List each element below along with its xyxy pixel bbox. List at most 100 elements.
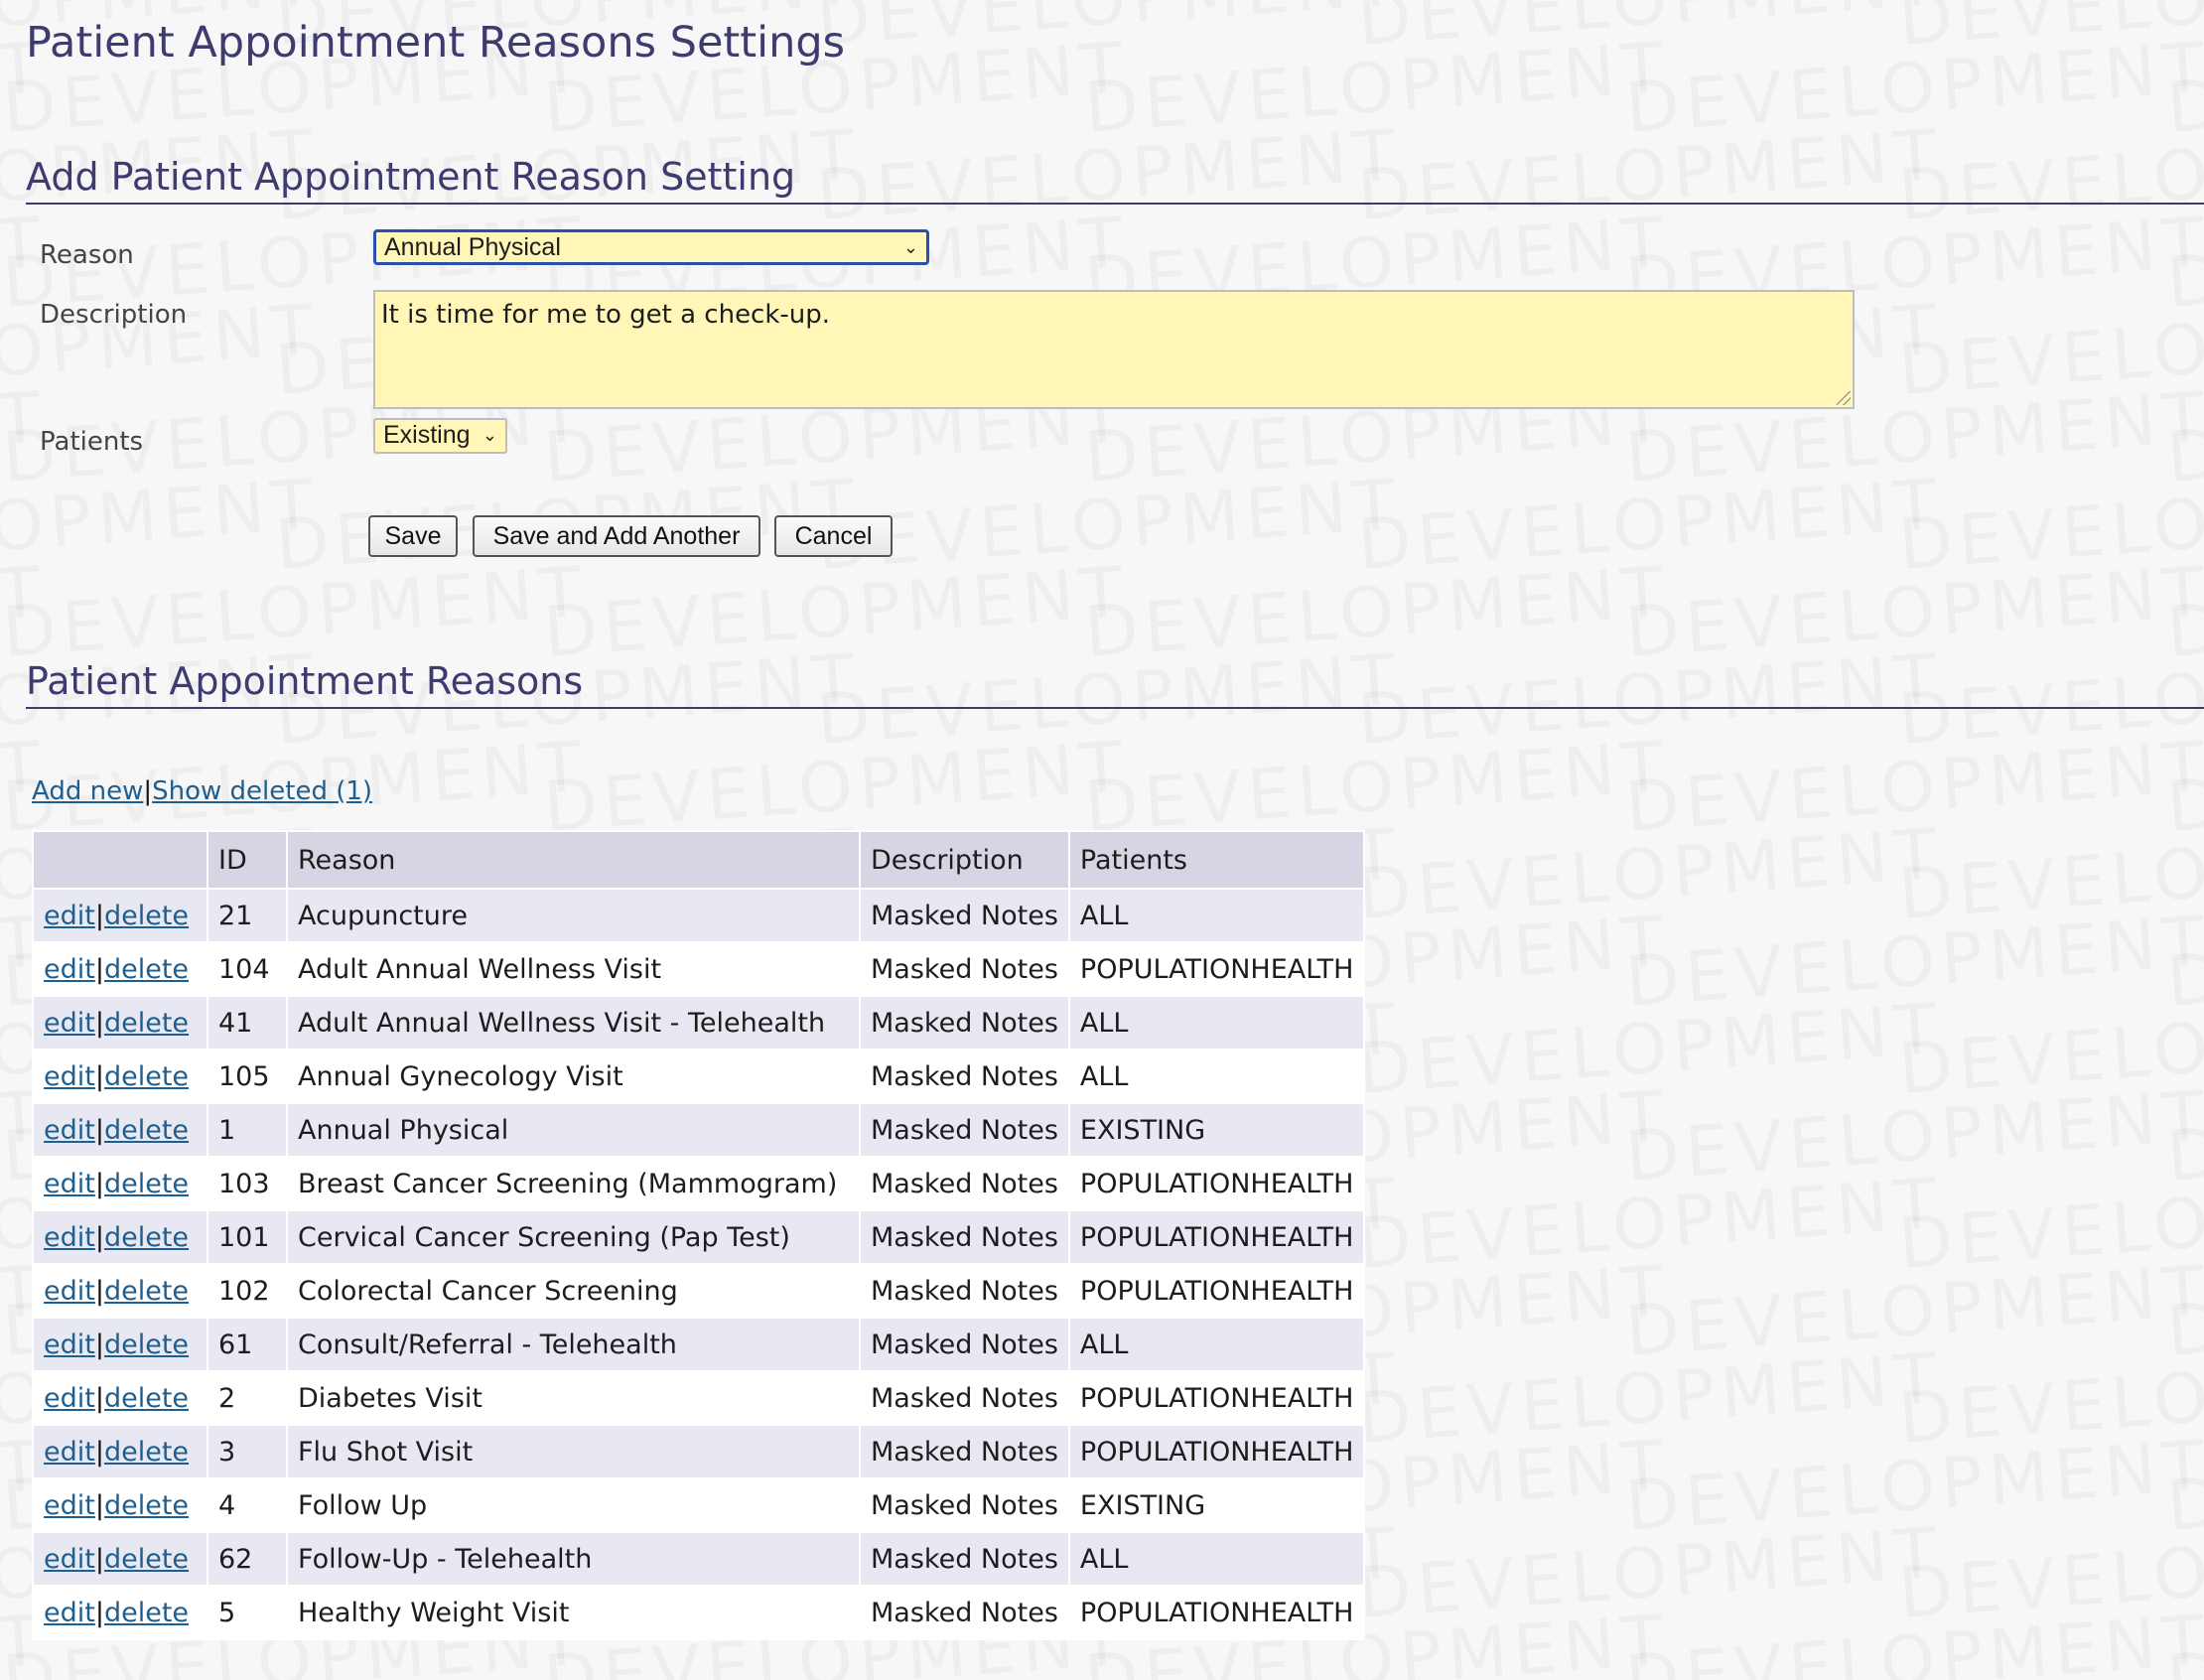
delete-link[interactable]: delete bbox=[104, 1330, 189, 1360]
edit-link[interactable]: edit bbox=[44, 1222, 95, 1253]
action-separator: | bbox=[94, 1114, 104, 1146]
delete-link[interactable]: delete bbox=[104, 1169, 189, 1199]
add-new-link[interactable]: Add new bbox=[32, 776, 143, 806]
cell-patients: POPULATIONHEALTH bbox=[1067, 941, 1366, 997]
cell-description: Masked Notes bbox=[859, 888, 1070, 943]
action-separator: | bbox=[94, 1489, 104, 1521]
watermark-text: DEVELOPMENT bbox=[1896, 0, 2204, 62]
action-separator: | bbox=[94, 1275, 104, 1307]
watermark-text: DEVELOPMENT bbox=[1896, 1163, 2204, 1285]
description-label: Description bbox=[40, 300, 188, 330]
action-separator: | bbox=[94, 1382, 104, 1414]
edit-link[interactable]: edit bbox=[44, 1115, 95, 1146]
action-separator: | bbox=[94, 1168, 104, 1199]
watermark-text: DEVELOPMENT bbox=[1355, 1512, 1945, 1634]
delete-link[interactable]: delete bbox=[104, 1061, 189, 1092]
cell-patients: ALL bbox=[1067, 1049, 1366, 1104]
table-row: edit|delete 62 Follow-Up - Telehealth Maske… bbox=[32, 1531, 1366, 1587]
action-separator: | bbox=[94, 1221, 104, 1253]
description-text: It is time for me to get a check-up. bbox=[381, 300, 831, 330]
cell-reason: Flu Shot Visit bbox=[286, 1424, 861, 1479]
edit-link[interactable]: edit bbox=[44, 1490, 95, 1521]
cell-reason: Follow Up bbox=[286, 1477, 861, 1533]
cell-id: 101 bbox=[207, 1209, 288, 1265]
cell-patients: POPULATIONHEALTH bbox=[1067, 1156, 1366, 1211]
cell-reason: Healthy Weight Visit bbox=[286, 1585, 861, 1640]
watermark-text: DEVELOPMENT bbox=[2164, 1250, 2204, 1372]
column-header-patients[interactable]: Patients bbox=[1067, 830, 1366, 890]
edit-link[interactable]: edit bbox=[44, 1383, 95, 1414]
save-and-add-another-button[interactable]: Save and Add Another bbox=[473, 515, 760, 557]
cell-description: Masked Notes bbox=[859, 1102, 1070, 1158]
watermark-text: DEVELOPMENT bbox=[814, 0, 1404, 62]
row-actions: edit|delete bbox=[32, 1585, 208, 1640]
table-row: edit|delete 21 Acupuncture Masked Notes ALL bbox=[32, 888, 1366, 943]
page-title: Patient Appointment Reasons Settings bbox=[26, 18, 846, 68]
watermark-text: DEVELOPMENT bbox=[541, 551, 1131, 673]
cancel-button[interactable]: Cancel bbox=[774, 515, 893, 557]
watermark-text: DEVELOPMENT bbox=[1623, 1250, 2204, 1372]
watermark-text: DEVELOPMENT bbox=[1355, 464, 1945, 586]
delete-link[interactable]: delete bbox=[104, 1222, 189, 1253]
cell-id: 102 bbox=[207, 1263, 288, 1319]
delete-link[interactable]: delete bbox=[104, 1544, 189, 1575]
cell-reason: Adult Annual Wellness Visit bbox=[286, 941, 861, 997]
description-textarea[interactable]: It is time for me to get a check-up. bbox=[373, 290, 1855, 409]
cell-description: Masked Notes bbox=[859, 941, 1070, 997]
cell-id: 103 bbox=[207, 1156, 288, 1211]
row-actions: edit|delete bbox=[32, 1370, 208, 1426]
cell-id: 41 bbox=[207, 995, 288, 1050]
reason-label: Reason bbox=[40, 240, 134, 270]
row-actions: edit|delete bbox=[32, 1477, 208, 1533]
delete-link[interactable]: delete bbox=[104, 1383, 189, 1414]
column-header-id[interactable]: ID bbox=[207, 830, 288, 890]
watermark-text: DEVELOPMENT bbox=[2164, 901, 2204, 1023]
save-button[interactable]: Save bbox=[368, 515, 458, 557]
reason-select[interactable]: Annual Physical ⌄ bbox=[373, 229, 929, 265]
row-actions: edit|delete bbox=[32, 941, 208, 997]
cell-patients: POPULATIONHEALTH bbox=[1067, 1585, 1366, 1640]
table-row: edit|delete 101 Cervical Cancer Screening … bbox=[32, 1209, 1366, 1265]
cell-patients: ALL bbox=[1067, 1531, 1366, 1587]
show-deleted-link[interactable]: Show deleted (1) bbox=[152, 776, 372, 806]
table-row: edit|delete 102 Colorectal Cancer Screenin… bbox=[32, 1263, 1366, 1319]
cell-description: Masked Notes bbox=[859, 1585, 1070, 1640]
edit-link[interactable]: edit bbox=[44, 1169, 95, 1199]
cell-patients: ALL bbox=[1067, 1317, 1366, 1372]
delete-link[interactable]: delete bbox=[104, 1008, 189, 1039]
row-actions: edit|delete bbox=[32, 995, 208, 1050]
watermark-text: DEVELOPMENT bbox=[1355, 1163, 1945, 1285]
resize-handle-icon[interactable] bbox=[1837, 391, 1851, 405]
edit-link[interactable]: edit bbox=[44, 954, 95, 985]
patients-select[interactable]: Existing ⌄ bbox=[373, 418, 507, 454]
delete-link[interactable]: delete bbox=[104, 954, 189, 985]
watermark-text: DEVELOPMENT bbox=[2164, 376, 2204, 498]
delete-link[interactable]: delete bbox=[104, 1276, 189, 1307]
edit-link[interactable]: edit bbox=[44, 1437, 95, 1468]
action-separator: | bbox=[94, 1329, 104, 1360]
watermark-text: DEVELOPMENT bbox=[1623, 901, 2204, 1023]
cell-patients: POPULATIONHEALTH bbox=[1067, 1263, 1366, 1319]
delete-link[interactable]: delete bbox=[104, 1437, 189, 1468]
column-header-description[interactable]: Description bbox=[859, 830, 1070, 890]
edit-link[interactable]: edit bbox=[44, 901, 95, 931]
delete-link[interactable]: delete bbox=[104, 901, 189, 931]
watermark-text: DEVELOPMENT bbox=[1896, 1512, 2204, 1634]
watermark-text: DEVELOPMENT bbox=[1623, 27, 2204, 149]
edit-link[interactable]: edit bbox=[44, 1598, 95, 1628]
cell-description: Masked Notes bbox=[859, 1424, 1070, 1479]
edit-link[interactable]: edit bbox=[44, 1544, 95, 1575]
watermark-text: DEVELOPMENT bbox=[0, 551, 590, 673]
edit-link[interactable]: edit bbox=[44, 1061, 95, 1092]
edit-link[interactable]: edit bbox=[44, 1276, 95, 1307]
delete-link[interactable]: delete bbox=[104, 1490, 189, 1521]
delete-link[interactable]: delete bbox=[104, 1598, 189, 1628]
row-actions: edit|delete bbox=[32, 1049, 208, 1104]
delete-link[interactable]: delete bbox=[104, 1115, 189, 1146]
column-header-reason[interactable]: Reason bbox=[286, 830, 861, 890]
edit-link[interactable]: edit bbox=[44, 1330, 95, 1360]
action-separator: | bbox=[94, 900, 104, 931]
watermark-text: DEVELOPMENT bbox=[2164, 1600, 2204, 1680]
edit-link[interactable]: edit bbox=[44, 1008, 95, 1039]
cell-id: 61 bbox=[207, 1317, 288, 1372]
